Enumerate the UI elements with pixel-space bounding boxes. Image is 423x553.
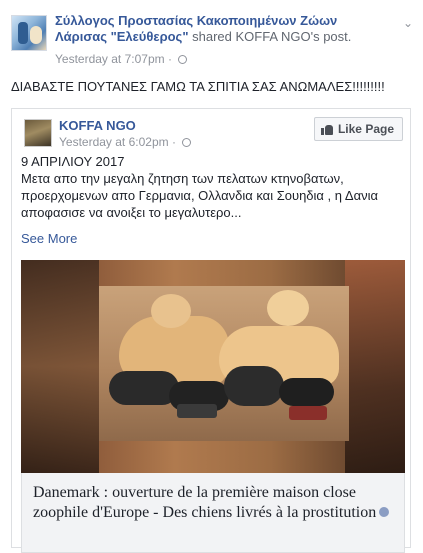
shoe-shape [177, 404, 217, 418]
see-more-link[interactable]: See More [21, 231, 77, 246]
original-post-meta: Yesterday at 6:02pm · [59, 135, 192, 149]
globe-icon [178, 55, 188, 64]
stocking-shape [279, 378, 334, 406]
stocking-shape [224, 366, 284, 406]
post-text: ΔΙΑΒΑΣΤΕ ΠΟΥΤΑΝΕΣ ΓΑΜΩ ΤΑ ΣΠΙΤΙΑ ΣΑΣ ΑΝΩ… [11, 79, 385, 94]
image-blur [21, 260, 99, 473]
dog-shape [267, 290, 309, 326]
like-page-label: Like Page [337, 122, 394, 136]
verified-icon [379, 507, 390, 517]
shoe-shape [289, 406, 327, 420]
avatar-figure [18, 22, 28, 44]
post-timestamp[interactable]: Yesterday at 7:07pm [55, 52, 165, 66]
original-page-link[interactable]: KOFFA NGO [59, 118, 136, 133]
meta-separator: · [167, 52, 172, 66]
original-page-avatar[interactable] [24, 119, 52, 147]
globe-icon [182, 138, 192, 147]
shared-suffix: 's post. [310, 29, 352, 44]
shared-from-link[interactable]: KOFFA NGO [235, 29, 310, 44]
avatar-figure [30, 26, 42, 44]
share-action: shared [192, 29, 232, 44]
original-post-card: KOFFA NGO Yesterday at 6:02pm · Like Pag… [11, 108, 411, 553]
shared-post: Σύλλογος Προστασίας Κακοποιημένων Ζώων Λ… [0, 0, 423, 553]
image-blur [345, 260, 405, 473]
chevron-down-icon[interactable]: ⌄ [403, 16, 413, 30]
link-preview-title[interactable]: Danemark : ouverture de la première mais… [33, 484, 376, 521]
link-preview-image[interactable] [21, 260, 405, 473]
dog-shape [151, 294, 191, 328]
post-meta: Yesterday at 7:07pm · [55, 52, 188, 66]
thumbs-up-icon [320, 124, 333, 135]
original-date: 9 ΑΠΡΙΛΙΟΥ 2017 [21, 154, 125, 169]
post-header: Σύλλογος Προστασίας Κακοποιημένων Ζώων Λ… [55, 13, 385, 45]
like-page-button[interactable]: Like Page [313, 117, 403, 141]
meta-separator: · [171, 135, 176, 149]
link-preview-caption[interactable]: Danemark : ouverture de la première mais… [21, 473, 405, 553]
original-body: Μετα απο την μεγαλη ζητηση των πελατων κ… [21, 171, 379, 220]
original-timestamp[interactable]: Yesterday at 6:02pm [59, 135, 169, 149]
page-avatar[interactable] [11, 15, 47, 51]
preview-photo [99, 286, 349, 441]
stocking-shape [109, 371, 179, 405]
